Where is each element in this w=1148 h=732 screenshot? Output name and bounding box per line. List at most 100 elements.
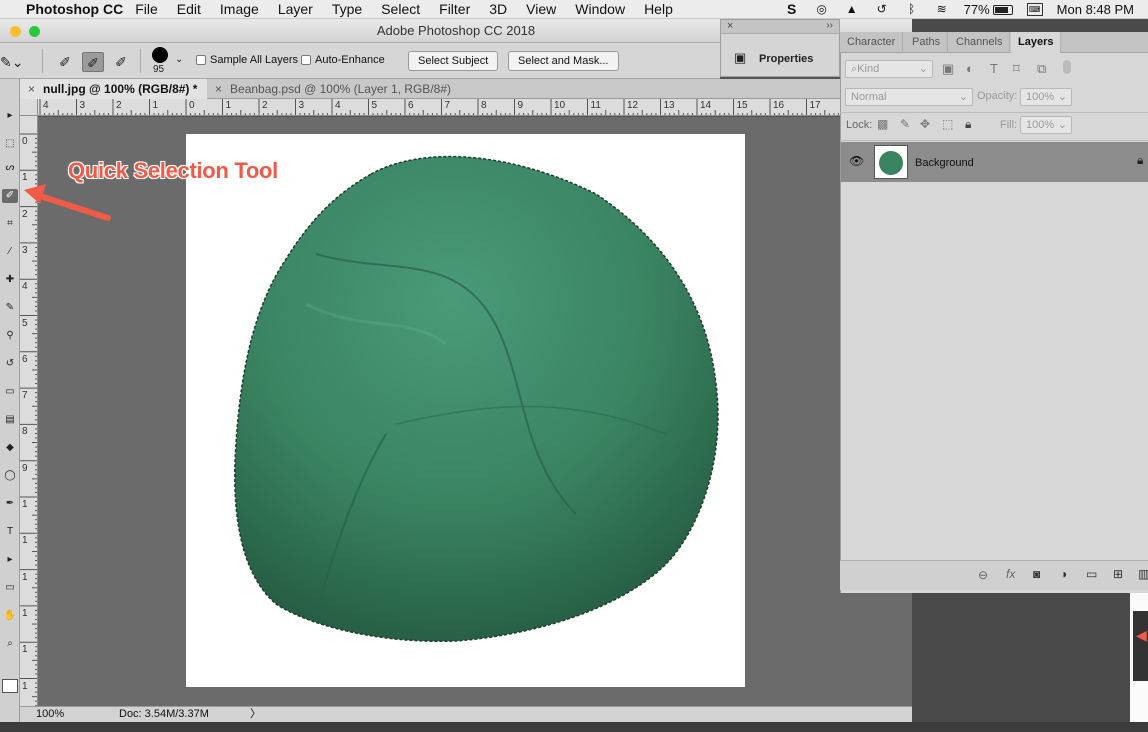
lock-transparency-icon[interactable]: ▩ (877, 117, 888, 131)
close-icon[interactable]: × (727, 20, 733, 32)
zoom-level[interactable]: 100% (36, 707, 64, 722)
ruler-label: 3 (22, 244, 28, 256)
menu-view[interactable]: View (526, 1, 556, 17)
crop-tool-icon[interactable]: ⌗ (2, 217, 18, 231)
visibility-eye-icon[interactable]: 👁︎ (849, 154, 864, 168)
skype-icon[interactable]: S (784, 2, 800, 16)
subtract-from-selection-icon[interactable]: ✐ (110, 52, 132, 72)
background-color-swatch[interactable] (2, 679, 18, 693)
select-and-mask-button[interactable]: Select and Mask... (508, 51, 619, 71)
stamp-tool-icon[interactable]: ⚲ (2, 329, 18, 343)
menu-select[interactable]: Select (381, 1, 420, 17)
marquee-tool-icon[interactable]: ⬚ (2, 137, 18, 151)
tab-layers[interactable]: Layers (1011, 32, 1062, 53)
brush-tool-icon[interactable]: ✎ (2, 301, 18, 315)
tab-beanbag-psd[interactable]: × Beanbag.psd @ 100% (Layer 1, RGB/8#) (207, 79, 487, 99)
menu-3d[interactable]: 3D (489, 1, 507, 17)
move-tool-icon[interactable]: ▸ (2, 109, 18, 123)
layers-footer: ⊖ fx ◙ ◑ ▭ ⊞ ▥ (840, 560, 1148, 590)
filter-smart-object-icon[interactable]: ⧉ (1037, 61, 1046, 77)
new-layer-icon[interactable]: ⊞ (1113, 567, 1123, 581)
menu-help[interactable]: Help (644, 1, 673, 17)
new-selection-icon[interactable]: ✐ (54, 52, 76, 72)
battery-indicator[interactable]: 77% (964, 2, 1013, 17)
blur-tool-icon[interactable]: ◆ (2, 441, 18, 455)
fill-input[interactable]: 100% ⌄ (1020, 116, 1072, 134)
quick-selection-tool-icon[interactable]: ✐ (2, 189, 18, 203)
collapse-icon[interactable]: ›› (826, 20, 833, 31)
tab-paths[interactable]: Paths (905, 32, 949, 53)
filter-type-icon[interactable]: T (990, 61, 998, 76)
eraser-tool-icon[interactable]: ▭ (2, 385, 18, 399)
chevron-down-icon[interactable]: ⌄ (175, 54, 183, 65)
fx-icon[interactable]: fx (1006, 567, 1015, 581)
filter-kind-select[interactable]: ⌕Kind ⌄ (845, 60, 933, 78)
filter-toggle[interactable] (1063, 60, 1071, 74)
menu-image[interactable]: Image (220, 1, 259, 17)
menu-layer[interactable]: Layer (278, 1, 313, 17)
menu-file[interactable]: File (135, 1, 158, 17)
tab-character[interactable]: Character (840, 32, 904, 53)
path-selection-icon[interactable]: ▸ (2, 553, 18, 567)
link-layers-icon[interactable]: ⊖ (978, 568, 988, 582)
adjustment-layer-icon[interactable]: ◑ (1060, 567, 1067, 581)
auto-enhance-checkbox[interactable]: Auto-Enhance (301, 54, 385, 66)
eyedropper-tool-icon[interactable]: ⁄ (2, 245, 18, 259)
menu-bar: Photoshop CC File Edit Image Layer Type … (0, 0, 1148, 19)
layer-name[interactable]: Background (915, 157, 974, 169)
opacity-input[interactable]: 100% ⌄ (1020, 88, 1072, 106)
lasso-tool-icon[interactable]: ᔕ (2, 161, 18, 175)
zoom-tool-icon[interactable]: ⌕ (2, 637, 18, 651)
brush-preview-icon[interactable] (152, 47, 168, 63)
add-to-selection-icon[interactable]: ✐ (82, 52, 104, 72)
time-machine-icon[interactable]: ↺ (874, 3, 890, 16)
tab-null-jpg[interactable]: × null.jpg @ 100% (RGB/8#) * (20, 79, 207, 99)
keyboard-icon[interactable]: ⌨ (1026, 3, 1043, 16)
minimize-button[interactable] (10, 26, 21, 37)
select-subject-button[interactable]: Select Subject (408, 51, 499, 71)
shape-tool-icon[interactable]: ▭ (2, 581, 18, 595)
blend-mode-select[interactable]: Normal ⌄ (845, 88, 973, 106)
filter-pixel-icon[interactable]: ▣ (942, 61, 954, 77)
bluetooth-icon[interactable]: ᛒ (904, 3, 920, 16)
gradient-tool-icon[interactable]: ▤ (2, 413, 18, 427)
clock[interactable]: Mon 8:48 PM (1057, 2, 1134, 17)
ruler-label: 7 (444, 100, 451, 111)
properties-title[interactable]: Properties (759, 53, 813, 65)
tool-preset-icon[interactable]: ✎⌄ (0, 52, 23, 72)
dodge-tool-icon[interactable]: ◯ (2, 469, 18, 483)
add-mask-icon[interactable]: ◙ (1033, 567, 1040, 581)
pen-tool-icon[interactable]: ✒ (2, 497, 18, 511)
type-tool-icon[interactable]: T (2, 525, 18, 539)
close-icon[interactable]: × (215, 82, 222, 96)
menu-app-name[interactable]: Photoshop CC (26, 1, 123, 17)
lock-artboard-icon[interactable]: ⬚ (942, 117, 953, 131)
lock-position-icon[interactable]: ✥ (920, 117, 930, 131)
menu-edit[interactable]: Edit (177, 1, 201, 17)
checkbox-icon (301, 55, 311, 65)
wifi-icon[interactable]: ≋ (934, 3, 950, 16)
hand-tool-icon[interactable]: ✋ (2, 609, 18, 623)
close-icon[interactable]: × (28, 82, 35, 96)
filter-adjustment-icon[interactable]: ◐ (966, 61, 974, 76)
menu-filter[interactable]: Filter (439, 1, 470, 17)
ruler-label: 3 (298, 100, 305, 111)
delete-layer-icon[interactable]: ▥ (1138, 567, 1148, 581)
menu-window[interactable]: Window (575, 1, 625, 17)
tab-channels[interactable]: Channels (949, 32, 1011, 53)
drive-icon[interactable]: ▲ (844, 3, 860, 16)
menu-type[interactable]: Type (332, 1, 362, 17)
document-canvas[interactable] (186, 134, 745, 687)
healing-tool-icon[interactable]: ✚ (2, 273, 18, 287)
new-group-icon[interactable]: ▭ (1086, 567, 1097, 581)
status-menu-arrow[interactable]: 〉 (250, 707, 261, 722)
opacity-label: Opacity: (977, 90, 1018, 102)
lock-pixels-icon[interactable]: ✎ (900, 117, 910, 131)
creative-cloud-icon[interactable]: ◎ (814, 3, 830, 16)
lock-all-icon[interactable]: 🔒︎ (965, 117, 971, 132)
history-brush-icon[interactable]: ↺ (2, 357, 18, 371)
sample-all-layers-checkbox[interactable]: Sample All Layers (196, 54, 298, 66)
zoom-button[interactable] (29, 26, 40, 37)
ruler-label: 9 (517, 100, 524, 111)
filter-shape-icon[interactable]: ⌑ (1013, 61, 1020, 77)
